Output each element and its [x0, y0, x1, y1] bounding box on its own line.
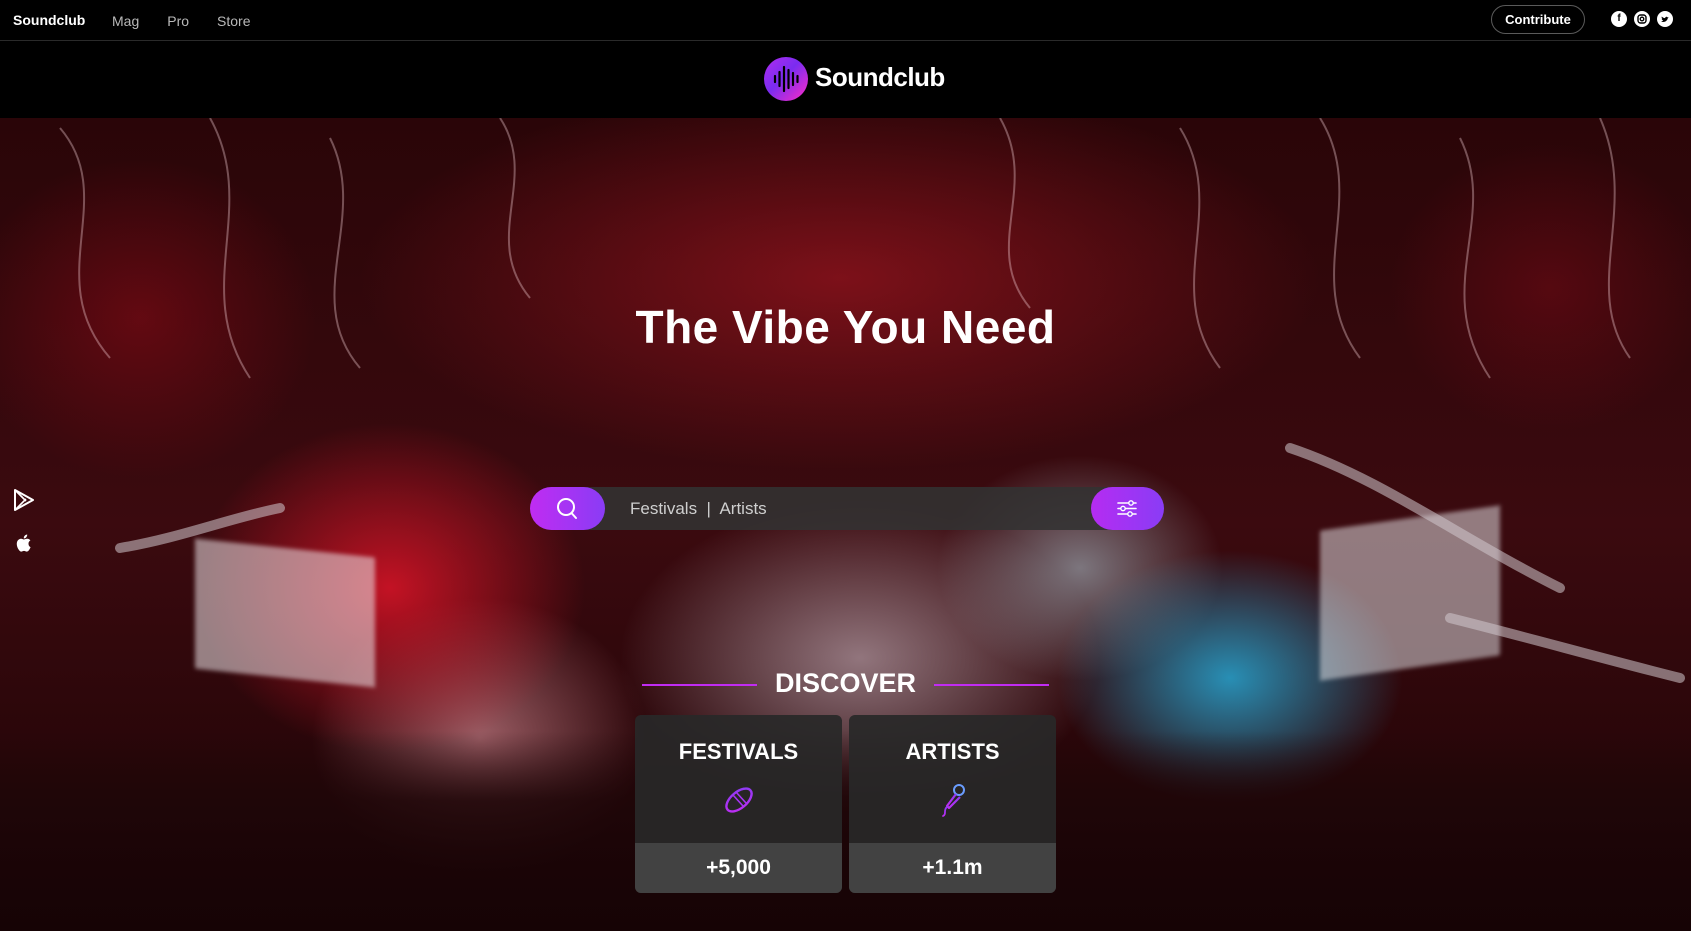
card-title: FESTIVALS — [678, 739, 799, 764]
nav-link-pro[interactable]: Pro — [167, 13, 189, 29]
festivals-card[interactable]: FESTIVALS +5,000 — [635, 715, 842, 893]
sliders-icon — [1117, 500, 1137, 517]
hero-title: The Vibe You Need — [635, 301, 1056, 353]
nav-link-store[interactable]: Store — [217, 13, 250, 29]
facebook-icon[interactable]: f — [1611, 11, 1627, 27]
festivals-count: +5,000 — [635, 843, 842, 893]
hero-section: The Vibe You Need Festivals | Artists DI… — [0, 118, 1691, 931]
search-icon — [557, 498, 577, 519]
artists-count: +1.1m — [849, 843, 1056, 893]
discover-divider-right — [934, 684, 1049, 686]
microphone-icon — [935, 782, 971, 818]
soundwave-logo-icon[interactable] — [764, 57, 808, 101]
artists-card[interactable]: ARTISTS +1.1m — [849, 715, 1056, 893]
discover-heading: DISCOVER — [774, 668, 917, 698]
google-play-icon[interactable] — [12, 488, 36, 512]
nav-links: Mag Pro Store — [112, 13, 279, 29]
search-button[interactable] — [530, 487, 605, 530]
filter-button[interactable] — [1091, 487, 1164, 530]
logo-text[interactable]: Soundclub — [815, 62, 945, 93]
search-bar — [530, 487, 1164, 530]
top-nav: Soundclub Mag Pro Store Contribute f — [0, 0, 1691, 41]
brand-link[interactable]: Soundclub — [13, 12, 85, 28]
instagram-icon[interactable] — [1634, 11, 1650, 27]
twitter-icon[interactable] — [1657, 11, 1673, 27]
apple-icon[interactable] — [12, 531, 36, 555]
search-input[interactable] — [630, 487, 1050, 530]
crowd-silhouette — [0, 731, 1691, 931]
logo-header: Soundclub — [0, 41, 1691, 118]
wristband-icon — [721, 782, 757, 818]
contribute-button[interactable]: Contribute — [1491, 5, 1585, 34]
card-title: ARTISTS — [905, 739, 1000, 764]
nav-link-mag[interactable]: Mag — [112, 13, 139, 29]
